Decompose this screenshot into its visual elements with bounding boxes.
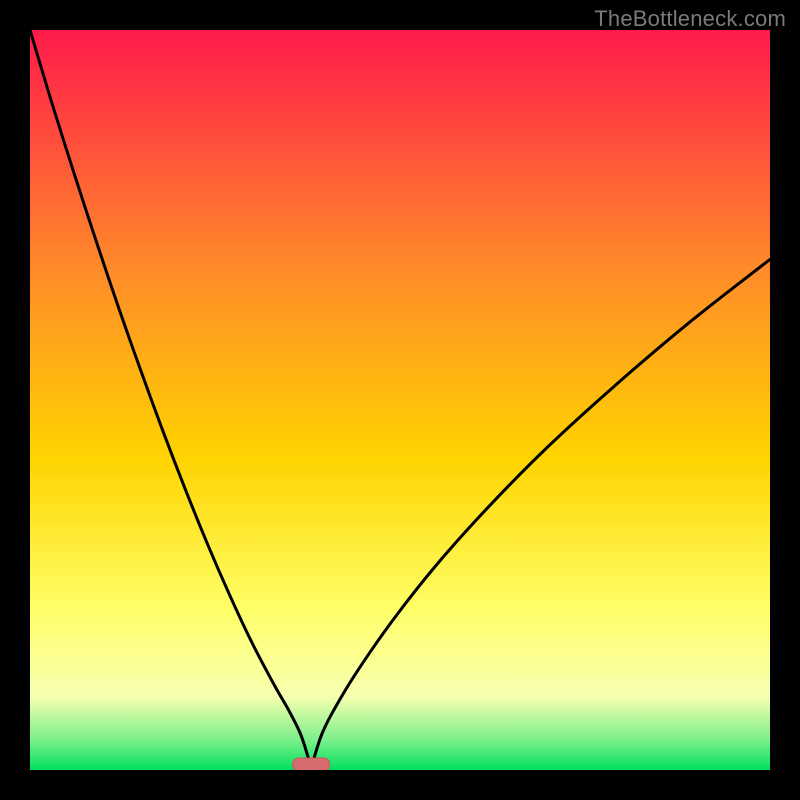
vertex-marker <box>293 758 330 770</box>
gradient-background <box>30 30 770 770</box>
watermark-text: TheBottleneck.com <box>594 6 786 32</box>
outer-frame: TheBottleneck.com <box>0 0 800 800</box>
bottleneck-chart <box>30 30 770 770</box>
plot-area <box>30 30 770 770</box>
